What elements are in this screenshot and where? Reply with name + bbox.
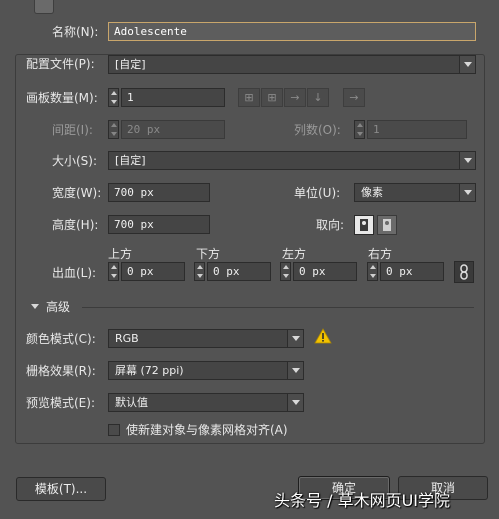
columns-input[interactable]: 1 [367,120,467,139]
artboards-label: 画板数量(M): [26,91,98,105]
bleed-right-label: 右方 [368,247,393,261]
profile-label: 配置文件(P): [26,57,95,71]
name-label: 名称(N): [52,25,99,39]
columns-stepper[interactable] [354,120,365,139]
chevron-down-icon [287,330,303,347]
artboards-stepper[interactable] [108,88,119,107]
advanced-divider [82,307,474,308]
color-mode-label: 颜色模式(C): [26,332,96,346]
raster-label: 栅格效果(R): [26,364,96,378]
arrange-by-row-icon[interactable]: → [284,88,306,107]
app-icon [34,0,54,14]
size-label: 大小(S): [52,154,98,168]
chevron-down-icon [459,184,475,201]
height-input[interactable]: 700 px [108,215,210,234]
artboards-input[interactable]: 1 [121,88,225,107]
width-label: 宽度(W): [52,186,102,200]
size-select[interactable]: [自定] [108,151,476,170]
spacing-input[interactable]: 20 px [121,120,225,139]
columns-label: 列数(O): [294,123,341,137]
grid-by-column-icon[interactable]: ⊞ [261,88,283,107]
align-pixel-label[interactable]: 使新建对象与像素网格对齐(A) [126,423,288,437]
raster-select[interactable]: 屏幕 (72 ppi) [108,361,304,380]
grid-by-row-icon[interactable]: ⊞ [238,88,260,107]
bleed-top-input[interactable]: 0 px [121,262,185,281]
bleed-right-input[interactable]: 0 px [380,262,444,281]
portrait-orientation-icon[interactable] [354,215,374,235]
bleed-bottom-input[interactable]: 0 px [207,262,271,281]
bleed-right-stepper[interactable] [367,262,378,281]
preview-label: 预览模式(E): [26,396,95,410]
warning-icon [314,328,332,344]
name-input[interactable]: Adolescente [108,22,476,41]
bleed-bottom-label: 下方 [196,247,221,261]
bleed-label: 出血(L): [52,266,97,280]
bleed-top-label: 上方 [108,247,133,261]
profile-select[interactable]: [自定] [108,55,476,74]
raster-value: 屏幕 (72 ppi) [115,364,184,377]
bleed-left-label: 左方 [282,247,307,261]
height-label: 高度(H): [52,218,99,232]
color-mode-select[interactable]: RGB [108,329,304,348]
bleed-top-stepper[interactable] [108,262,119,281]
collapse-triangle-icon[interactable] [31,304,39,309]
spacing-label: 间距(I): [52,123,93,137]
align-pixel-checkbox[interactable] [108,424,120,436]
chevron-down-icon [459,152,475,169]
advanced-label[interactable]: 高级 [46,300,70,314]
chevron-down-icon [287,362,303,379]
templates-button[interactable]: 模板(T)... [16,477,106,501]
landscape-orientation-icon[interactable] [377,215,397,235]
chevron-down-icon [287,394,303,411]
units-select[interactable]: 像素 [354,183,476,202]
width-input[interactable]: 700 px [108,183,210,202]
layout-direction-icon[interactable]: → [343,88,365,107]
spacing-stepper[interactable] [108,120,119,139]
chevron-down-icon [459,56,475,73]
units-label: 单位(U): [294,186,341,200]
watermark-text: 头条号 / 草木网页UI学院 [274,491,450,510]
bleed-left-input[interactable]: 0 px [293,262,357,281]
size-value: [自定] [115,154,146,167]
orientation-label: 取向: [316,218,345,232]
arrange-by-column-icon[interactable]: ↓ [307,88,329,107]
preview-value: 默认值 [115,396,148,409]
color-mode-value: RGB [115,332,139,345]
settings-panel [15,54,485,444]
profile-value: [自定] [115,58,146,71]
bleed-left-stepper[interactable] [280,262,291,281]
link-chain-icon[interactable] [454,261,474,283]
bleed-bottom-stepper[interactable] [194,262,205,281]
units-value: 像素 [361,186,383,199]
preview-select[interactable]: 默认值 [108,393,304,412]
